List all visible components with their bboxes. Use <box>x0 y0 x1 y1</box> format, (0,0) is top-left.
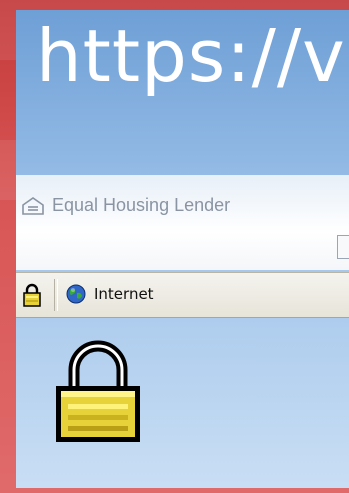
equal-housing-label: Equal Housing Lender <box>52 195 231 215</box>
page-content: Equal Housing Lender <box>16 175 349 270</box>
status-separator <box>54 279 58 311</box>
equal-housing-lender: Equal Housing Lender <box>22 195 230 216</box>
page-edge-control <box>337 235 349 259</box>
large-padlock-icon <box>56 340 140 442</box>
globe-icon <box>66 284 86 304</box>
security-zone-label: Internet <box>94 285 154 303</box>
house-icon <box>22 196 44 215</box>
status-bar: Internet <box>16 272 349 318</box>
address-bar-url[interactable]: https://v <box>36 20 346 92</box>
browser-window-zoomed: https://v Equal Housing Lender Internet <box>16 10 349 488</box>
padlock-icon[interactable] <box>22 283 42 307</box>
